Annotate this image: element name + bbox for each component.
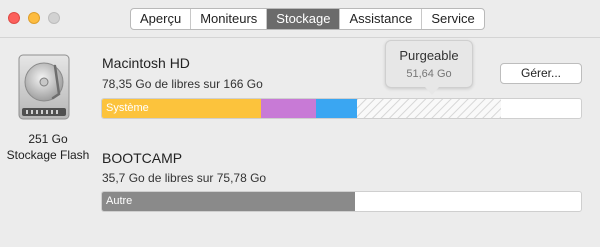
segment-autre[interactable]: Autre (102, 192, 355, 211)
segment-purple[interactable] (261, 99, 316, 118)
segment-label-systeme: Système (106, 102, 149, 114)
hard-drive-icon (18, 54, 70, 120)
purgeable-hatch-pattern (357, 99, 501, 118)
window-titlebar: Aperçu Moniteurs Stockage Assistance Ser… (0, 0, 600, 38)
tab-stockage[interactable]: Stockage (267, 9, 341, 29)
segment-blue[interactable] (316, 99, 357, 118)
segment-systeme[interactable]: Système (102, 99, 261, 118)
volume-free-space-bootcamp: 35,7 Go de libres sur 75,78 Go (102, 171, 267, 185)
segment-label-autre: Autre (106, 195, 133, 207)
tooltip-title: Purgeable (399, 48, 459, 63)
minimize-window-button[interactable] (28, 12, 40, 24)
storage-bar-bootcamp[interactable]: Autre (101, 191, 582, 212)
volume-name-macintosh-hd: Macintosh HD (102, 55, 190, 71)
tab-assistance[interactable]: Assistance (340, 9, 423, 29)
tooltip-value: 51,64 Go (406, 68, 452, 80)
tab-bar: Aperçu Moniteurs Stockage Assistance Ser… (130, 8, 485, 30)
purgeable-tooltip: Purgeable 51,64 Go (385, 40, 473, 95)
titlebar-divider (0, 37, 600, 38)
volume-name-bootcamp: BOOTCAMP (102, 150, 183, 166)
close-window-button[interactable] (8, 12, 20, 24)
tab-moniteurs[interactable]: Moniteurs (191, 9, 268, 29)
zoom-window-button[interactable] (48, 12, 60, 24)
tooltip-arrow (425, 87, 439, 95)
storage-bar-macintosh-hd[interactable]: Système (101, 98, 582, 119)
tab-apercu[interactable]: Aperçu (131, 9, 192, 29)
manage-button[interactable]: Gérer... (500, 63, 582, 84)
volume-free-space-macintosh-hd: 78,35 Go de libres sur 166 Go (102, 77, 263, 91)
tab-service[interactable]: Service (422, 9, 483, 29)
segment-purgeable[interactable] (357, 99, 501, 118)
drive-capacity: 251 Go (28, 132, 68, 146)
drive-type: Stockage Flash (6, 148, 90, 162)
